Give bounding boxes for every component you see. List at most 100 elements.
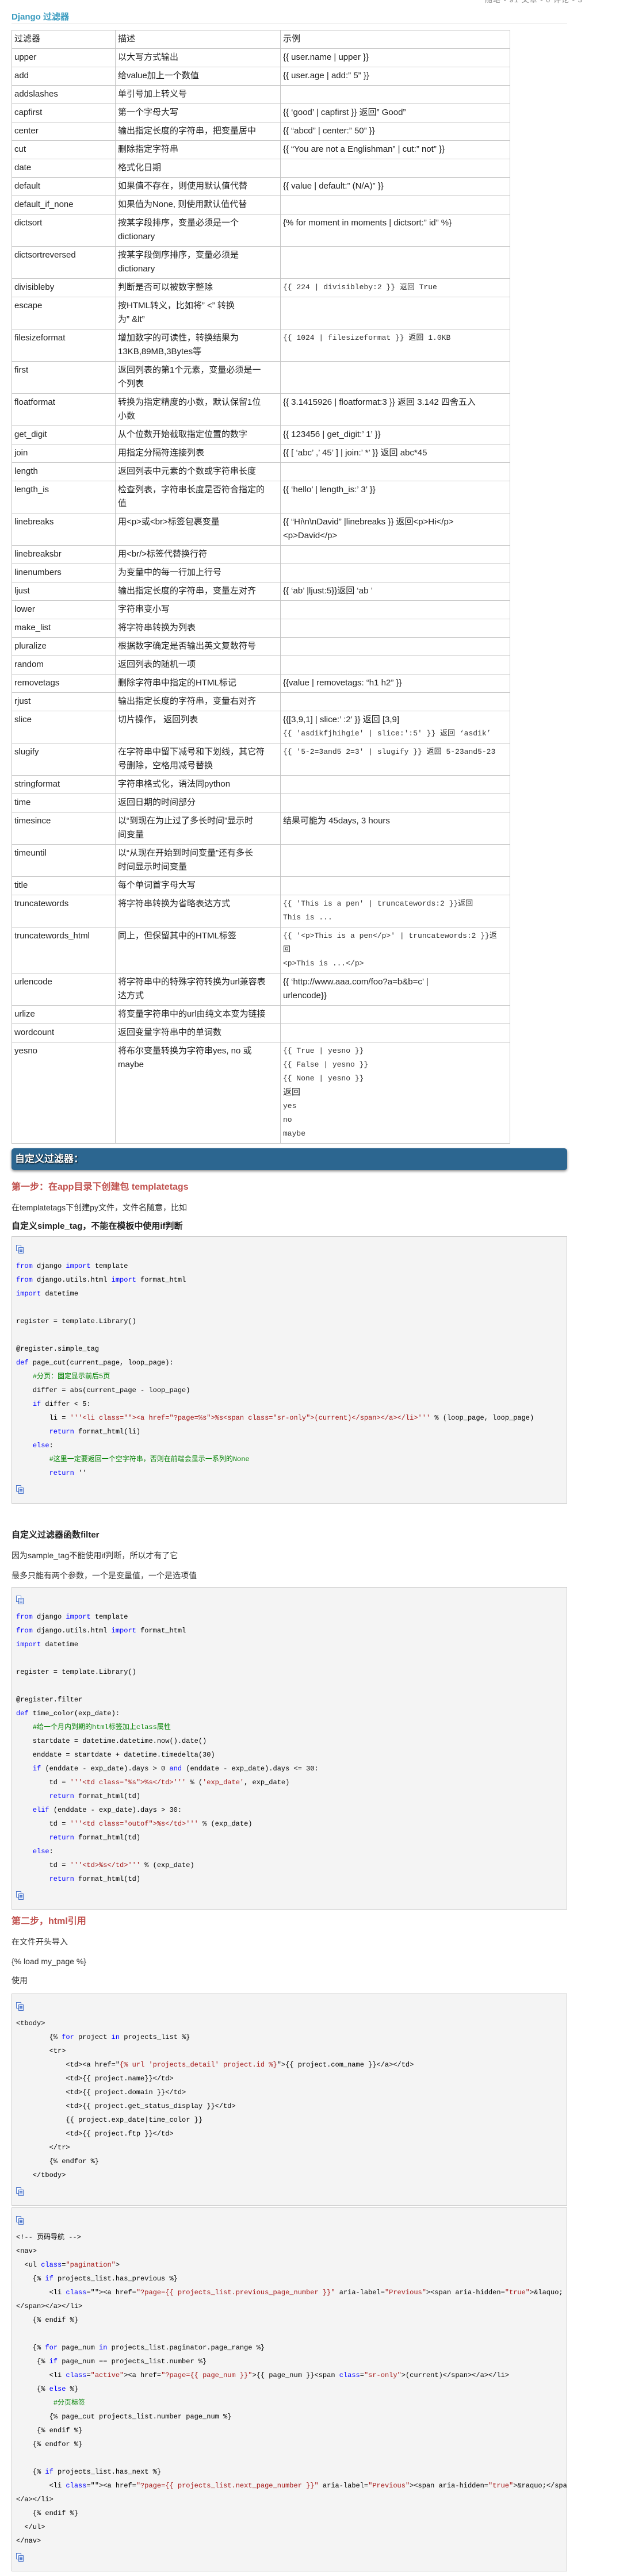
example-line: {{ 224 | divisibleby:2 }} 返回 True bbox=[283, 283, 437, 292]
code-line: return format_html(td) bbox=[12, 1831, 567, 1845]
filter-text-1: 因为sample_tag不能使用if判断，所以才有了它 bbox=[12, 1551, 178, 1560]
table-row: slugify 在字符串中留下减号和下划线，其它符 号删除，空格用减号替换{{ '… bbox=[12, 743, 510, 776]
code-text: </tbody> bbox=[16, 2171, 66, 2179]
copy-code-icon[interactable] bbox=[16, 2185, 567, 2199]
code-line: return '' bbox=[12, 1466, 567, 1480]
filter-example bbox=[280, 564, 510, 582]
copy-code-icon[interactable] bbox=[16, 1593, 567, 1607]
code-line: <td>{{ project.get_status_display }}</td… bbox=[12, 2099, 567, 2113]
filter-example bbox=[280, 619, 510, 638]
code-string: "true" bbox=[488, 2482, 514, 2490]
code-line: </span></a></li> bbox=[12, 2299, 567, 2313]
code-text: <li bbox=[16, 2482, 66, 2490]
filter-name: cut bbox=[12, 140, 116, 159]
code-line: import datetime bbox=[12, 1638, 567, 1651]
filter-name: first bbox=[12, 361, 116, 394]
table-row: title 每个单词首字母大写 bbox=[12, 876, 510, 895]
table-row: get_digit 从个位数开始截取指定位置的数字{{ 123456 | get_… bbox=[12, 425, 510, 444]
filter-text-2: 最多只能有两个参数，一个是变量值，一个是选项值 bbox=[12, 1571, 197, 1580]
copy-code-icon[interactable] bbox=[16, 2214, 567, 2228]
code-text: > bbox=[115, 2261, 120, 2269]
example-line: {{ 1024 | filesizeformat }} 返回 1.0KB bbox=[283, 334, 451, 342]
filter-name: urlize bbox=[12, 1005, 116, 1024]
code-keyword: return bbox=[49, 1469, 74, 1477]
table-row: urlize 将变量字符串中的url由纯文本变为链接 bbox=[12, 1005, 510, 1024]
filter-description: 将字符串转换为列表 bbox=[115, 619, 281, 638]
filter-description: 用<p>或<br>标签包裹变量 bbox=[115, 513, 281, 546]
filter-description: 字符串变小写 bbox=[115, 600, 281, 619]
table-row: lower 字符串变小写 bbox=[12, 600, 510, 619]
filter-description: 第一个字母大写 bbox=[115, 103, 281, 122]
code-text: startdate = datetime.datetime.now().date… bbox=[16, 1737, 207, 1745]
code-text: <ul bbox=[16, 2261, 41, 2269]
code-line: </tbody> bbox=[12, 2168, 567, 2182]
code-text: % (exp_date) bbox=[198, 1820, 253, 1828]
copy-code-icon[interactable] bbox=[16, 1483, 567, 1497]
code-text: format_html bbox=[136, 1627, 186, 1635]
code-text: enddate = startdate + datetime.timedelta… bbox=[16, 1751, 215, 1759]
code-line: else: bbox=[12, 1439, 567, 1452]
code-line: register = template.Library() bbox=[12, 1665, 567, 1679]
example-line: <p>This is ...</p> bbox=[283, 959, 364, 968]
code-line: <tr> bbox=[12, 2044, 567, 2058]
code-line: #这里一定要返回一个空字符串，否则在前端会显示一系列的None bbox=[12, 1452, 567, 1466]
code-keyword: from bbox=[16, 1627, 33, 1635]
code-keyword: if bbox=[49, 2358, 58, 2366]
code-text: <tr> bbox=[16, 2047, 66, 2055]
copy-code-icon[interactable] bbox=[16, 1243, 567, 1256]
code-text: {% page_cut projects_list.number page_nu… bbox=[16, 2413, 232, 2421]
code-text: page_cut(current_page, loop_page): bbox=[28, 1359, 174, 1367]
filter-name: upper bbox=[12, 48, 116, 67]
table-row: cut 删除指定字符串{{ “You are not a Englishman” … bbox=[12, 140, 510, 159]
code-line: differ = abs(current_page - loop_page) bbox=[12, 1383, 567, 1397]
filter-description: 检查列表，字符串长度是否符合指定的 值 bbox=[115, 481, 281, 513]
copy-code-icon[interactable] bbox=[16, 1889, 567, 1903]
code-string: "Previous" bbox=[368, 2482, 410, 2490]
filter-example: {{ “You are not a Englishman” | cut:” no… bbox=[280, 140, 510, 159]
code-line: {% page_cut projects_list.number page_nu… bbox=[12, 2410, 567, 2424]
filter-name: date bbox=[12, 159, 116, 178]
filter-example bbox=[280, 545, 510, 564]
filter-example: {{ user.name | upper }} bbox=[280, 48, 510, 67]
filter-name: timesince bbox=[12, 812, 116, 845]
code-line: {% for project in projects_list %} bbox=[12, 2030, 567, 2044]
code-line: from django import template bbox=[12, 1259, 567, 1273]
step1-heading: 第一步：在app目录下创建包 templatetags bbox=[12, 1182, 189, 1192]
filter-name: escape bbox=[12, 297, 116, 329]
code-text: <td><a href=" bbox=[16, 2061, 120, 2069]
code-line: <!-- 页码导航 --> bbox=[12, 2230, 567, 2244]
filter-description: 输出指定长度的字符串，变量左对齐 bbox=[115, 582, 281, 601]
filter-name: get_digit bbox=[12, 425, 116, 444]
code-line: {% endif %} bbox=[12, 2424, 567, 2437]
code-block: from django import template from django.u… bbox=[12, 1587, 567, 1910]
filter-example bbox=[280, 297, 510, 329]
filter-description: 用指定分隔符连接列表 bbox=[115, 444, 281, 463]
copy-code-icon[interactable] bbox=[16, 2551, 567, 2564]
example-line: {{[3,9,1] | slice:’ :2’ }} 返回 [3,9] bbox=[283, 715, 400, 724]
code-text: : bbox=[49, 1847, 53, 1856]
filter-example bbox=[280, 656, 510, 674]
table-row: default_if_none 如果值为None, 则使用默认值代替 bbox=[12, 195, 510, 214]
code-line: <li class="active"><a href="?page={{ pag… bbox=[12, 2368, 567, 2382]
filter-description: 返回列表的第1个元素，变量必须是一 个列表 bbox=[115, 361, 281, 394]
code-keyword: class bbox=[66, 2482, 87, 2490]
code-text: (enddate - exp_date).days > 0 bbox=[41, 1765, 170, 1773]
example-line: {{ 'This is a pen' | truncatewords:2 }}返… bbox=[283, 899, 473, 908]
code-string: "?page={{ projects_list.next_page_number… bbox=[136, 2482, 319, 2490]
example-line: maybe bbox=[283, 1129, 306, 1138]
table-row: yesno 将布尔变量转换为字符串yes, no 或 maybe{{ True |… bbox=[12, 1042, 510, 1144]
filter-example: {{ '<p>This is a pen</p>' | truncateword… bbox=[280, 927, 510, 973]
filter-description: 返回列表的随机一项 bbox=[115, 656, 281, 674]
header-example: 示例 bbox=[280, 30, 510, 49]
code-keyword: from bbox=[16, 1613, 33, 1621]
table-row: make_list 将字符串转换为列表 bbox=[12, 619, 510, 638]
code-line: {% if projects_list.has_next %} bbox=[12, 2465, 567, 2479]
code-keyword: if bbox=[32, 1765, 41, 1773]
code-text: format_html bbox=[136, 1276, 186, 1284]
code-text: </tr> bbox=[16, 2144, 70, 2152]
copy-code-icon[interactable] bbox=[16, 2000, 567, 2014]
code-keyword: from bbox=[16, 1276, 33, 1284]
